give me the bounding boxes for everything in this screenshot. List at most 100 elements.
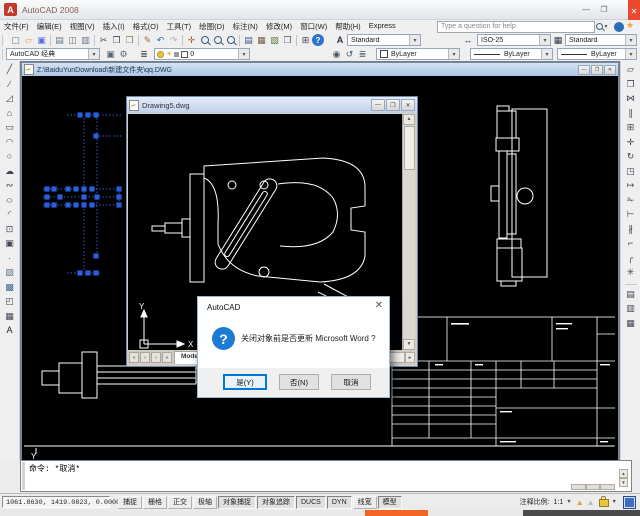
construction-line-icon[interactable]: ∕ <box>3 78 16 91</box>
scroll-right-arrow[interactable]: ▸ <box>405 352 415 363</box>
minimize-button[interactable]: — <box>371 99 385 111</box>
hatch-icon[interactable]: ▨ <box>3 266 16 279</box>
layer-states-icon[interactable]: ≣ <box>356 48 369 61</box>
copy-object-icon[interactable]: ❐ <box>624 78 637 91</box>
lineweight-toggle[interactable]: 线宽 <box>353 496 377 509</box>
layer-previous-icon[interactable]: ↺ <box>343 48 356 61</box>
command-scrollbar[interactable]: ▲ ▼ <box>619 469 628 487</box>
cut-icon[interactable]: ✂ <box>97 34 110 47</box>
scroll-right-arrow[interactable] <box>600 484 615 490</box>
workspace-combo[interactable]: AutoCAD 经典 ▾ <box>6 48 100 60</box>
scroll-up-arrow[interactable]: ▲ <box>403 114 415 125</box>
new-file-icon[interactable]: ▢ <box>9 34 22 47</box>
sheet-set-manager-icon[interactable]: ❒ <box>281 34 294 47</box>
close-button[interactable]: ✕ <box>628 0 640 22</box>
open-folder-icon[interactable]: ▱ <box>22 34 35 47</box>
menu-edit[interactable]: 编辑(E) <box>33 21 66 32</box>
scroll-down-arrow[interactable]: ▼ <box>619 478 628 487</box>
scroll-up-arrow[interactable]: ▲ <box>619 469 628 478</box>
draworder-front-icon[interactable]: ▤ <box>624 288 637 301</box>
circle-icon[interactable]: ○ <box>3 150 16 163</box>
layer-properties-manager-icon[interactable]: ≣ <box>138 48 150 60</box>
scroll-left-arrow[interactable] <box>571 484 586 490</box>
tab-nav-button[interactable]: « <box>129 352 139 363</box>
match-properties-icon[interactable]: ✎ <box>141 34 154 47</box>
multiline-text-icon[interactable]: A <box>3 324 16 337</box>
menu-window[interactable]: 窗口(W) <box>296 21 331 32</box>
scroll-down-arrow[interactable]: ▼ <box>403 339 415 350</box>
annotation-visibility-icon[interactable]: ▲ <box>576 498 584 507</box>
clean-screen-icon[interactable] <box>623 496 636 509</box>
spline-icon[interactable]: ∾ <box>3 179 16 192</box>
zoom-window-icon[interactable] <box>211 34 224 47</box>
gradient-icon[interactable]: ▩ <box>3 281 16 294</box>
help-search-button[interactable]: ▾ <box>592 21 612 32</box>
ellipse-arc-icon[interactable]: ◜ <box>3 208 16 221</box>
lineweight-control-combo[interactable]: ByLayer ▾ <box>557 48 637 60</box>
table-style-combo[interactable]: Standard ▾ <box>565 34 637 46</box>
snap-toggle[interactable]: 捕捉 <box>118 496 142 509</box>
linetype-control-combo[interactable]: ByLayer ▾ <box>470 48 553 60</box>
minimize-button[interactable]: — <box>578 65 590 75</box>
color-control-combo[interactable]: ByLayer ▾ <box>376 48 460 60</box>
model-toggle[interactable]: 模型 <box>378 496 402 509</box>
table-icon[interactable]: ▦ <box>3 310 16 323</box>
rotate-icon[interactable]: ↻ <box>624 150 637 163</box>
tab-nav-button[interactable]: › <box>151 352 161 363</box>
extend-icon[interactable]: ⊢ <box>624 208 637 221</box>
communication-center-icon[interactable] <box>614 22 624 32</box>
make-block-icon[interactable]: ▣ <box>3 237 16 250</box>
scroll-thumb[interactable] <box>404 126 415 170</box>
minimize-button[interactable]: — <box>578 3 594 16</box>
paste-icon[interactable]: ❒ <box>123 34 136 47</box>
move-icon[interactable]: ✛ <box>624 136 637 149</box>
chevron-down-icon[interactable]: ▼ <box>612 499 617 505</box>
text-style-combo[interactable]: Standard ▾ <box>347 34 421 46</box>
lock-icon[interactable] <box>599 499 609 507</box>
undo-icon[interactable]: ↶ <box>154 34 167 47</box>
menu-modify[interactable]: 修改(M) <box>262 21 296 32</box>
cancel-button[interactable]: 取消 <box>331 374 371 390</box>
plot-preview-icon[interactable]: ◫ <box>66 34 79 47</box>
dyn-toggle[interactable]: DYN <box>327 496 352 509</box>
fillet-icon[interactable]: ╭ <box>624 252 637 265</box>
maximize-button[interactable]: ❐ <box>596 3 612 16</box>
zoom-previous-icon[interactable] <box>224 34 237 47</box>
close-button[interactable]: ✕ <box>604 65 616 75</box>
ellipse-icon[interactable]: ○ <box>3 194 16 207</box>
arc-icon[interactable]: ◠ <box>3 136 16 149</box>
scale-icon[interactable]: ◳ <box>624 165 637 178</box>
array-icon[interactable]: ⊞ <box>624 121 637 134</box>
grid-toggle[interactable]: 栅格 <box>143 496 167 509</box>
menu-express[interactable]: Express <box>365 21 400 32</box>
dim-style-combo[interactable]: ISO-25 ▾ <box>477 34 551 46</box>
toolbar-grip[interactable] <box>2 35 7 46</box>
annotation-autoscale-icon[interactable]: ▲ <box>587 498 595 507</box>
otrack-toggle[interactable]: 对象追踪 <box>257 496 295 509</box>
break-icon[interactable]: ∦ <box>624 223 637 236</box>
annotation-scale-value[interactable]: 1:1 <box>554 499 564 506</box>
inner-vertical-scrollbar[interactable]: ▲ ▼ <box>402 114 415 350</box>
draworder-above-icon[interactable]: ▦ <box>624 317 637 330</box>
menu-view[interactable]: 视图(V) <box>66 21 99 32</box>
line-icon[interactable]: ╱ <box>3 63 16 76</box>
yes-button[interactable]: 是(Y) <box>223 374 267 390</box>
scroll-thumb[interactable] <box>586 484 601 490</box>
chamfer-icon[interactable]: ⌐ <box>624 237 637 250</box>
polygon-icon[interactable]: ⌂ <box>3 107 16 120</box>
trim-icon[interactable]: ✁ <box>624 194 637 207</box>
layer-combo[interactable]: ☀ 0 ▾ <box>154 48 250 60</box>
make-object-layer-current-icon[interactable]: ◉ <box>330 48 343 61</box>
quickcalc-icon[interactable]: ⊞ <box>299 34 312 47</box>
ducs-toggle[interactable]: DUCS <box>296 496 326 509</box>
offset-icon[interactable]: ∥ <box>624 107 637 120</box>
coordinate-readout[interactable]: 1061.8630, 1419.0823, 0.0000 <box>2 496 110 508</box>
osnap-toggle[interactable]: 对象捕捉 <box>218 496 256 509</box>
outer-window-titlebar[interactable]: Z:\BaiduYunDownload\新建文件夹\qq.DWG — ❐ ✕ <box>22 63 618 76</box>
stretch-icon[interactable]: ↦ <box>624 179 637 192</box>
erase-icon[interactable]: ▱ <box>624 63 637 76</box>
tab-nav-button[interactable]: » <box>162 352 172 363</box>
command-line-window[interactable]: 命令: *取消* ▲ ▼ <box>20 460 632 492</box>
polyline-icon[interactable]: ◿ <box>3 92 16 105</box>
save-workspace-icon[interactable]: ▣ <box>104 48 117 61</box>
